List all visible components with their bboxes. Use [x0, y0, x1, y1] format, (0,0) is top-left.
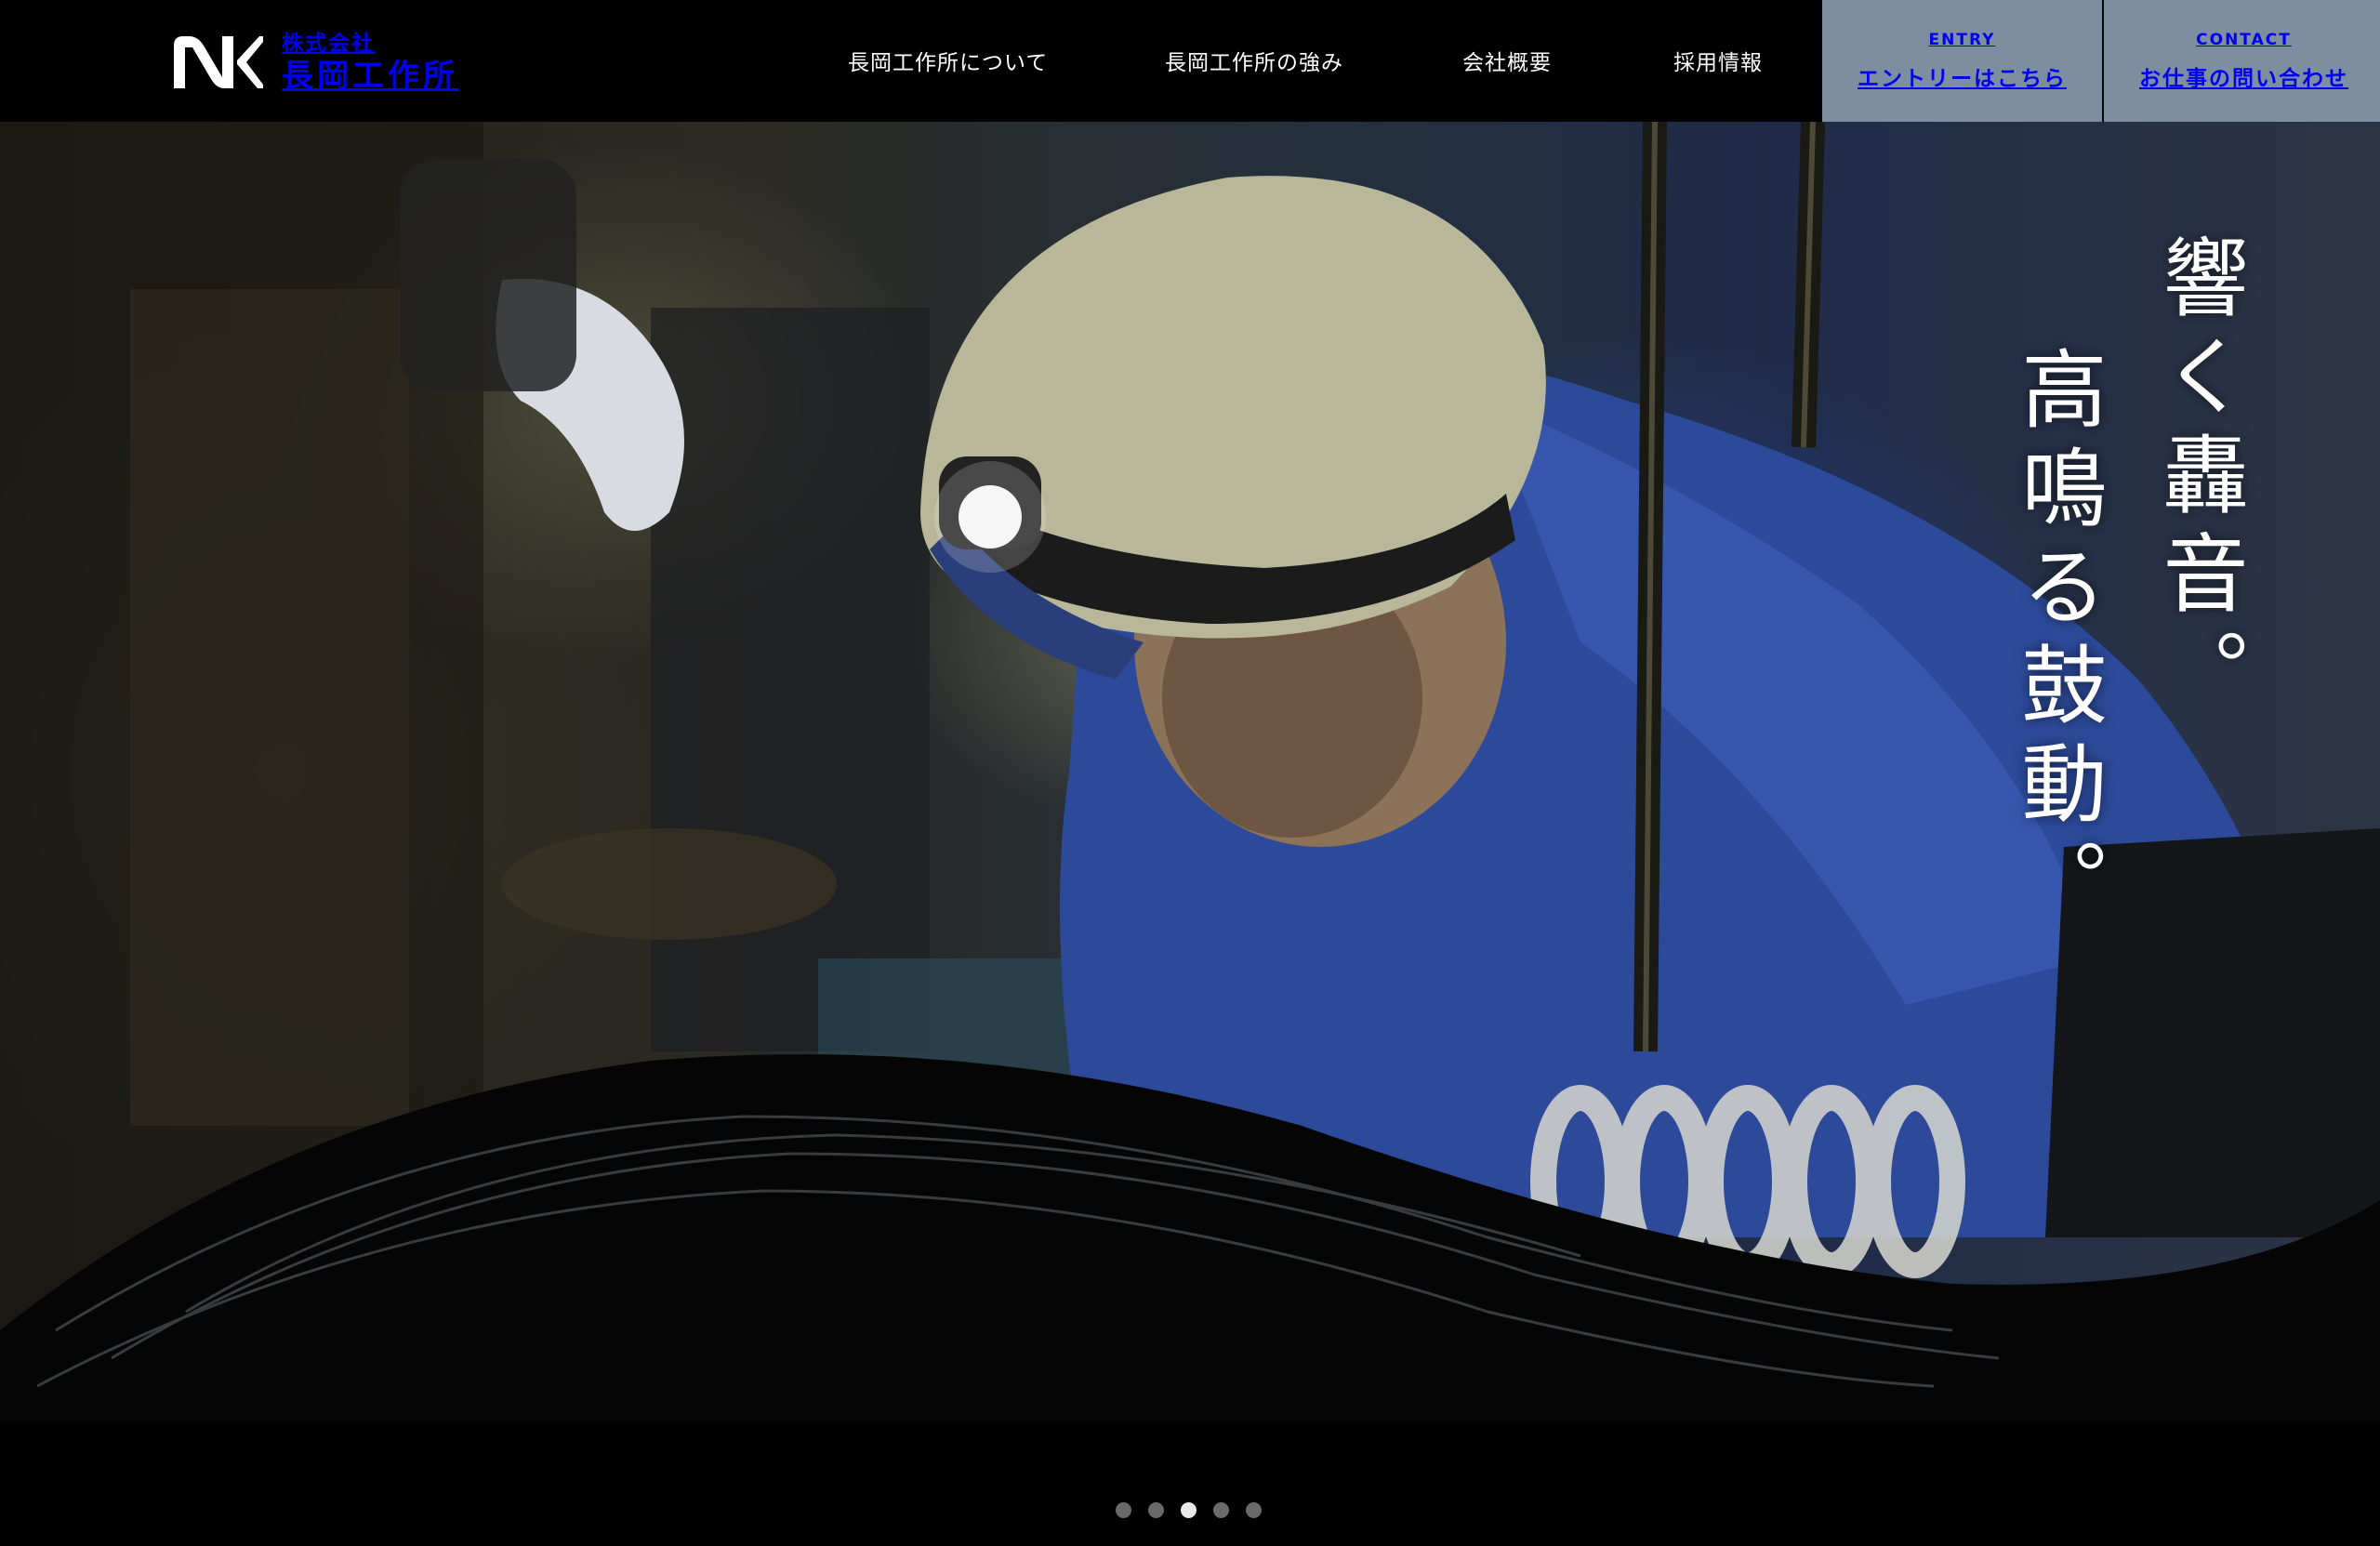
nav-about[interactable]: 長岡工作所について: [848, 45, 1048, 76]
entry-button[interactable]: ENTRY エントリーはこちら: [1822, 0, 2102, 122]
slider-pagination: [1116, 1502, 1262, 1518]
nav-recruit[interactable]: 採用情報: [1673, 45, 1763, 76]
logo-company-type: 株式会社: [282, 31, 375, 56]
entry-label-ja: エントリーはこちら: [1858, 66, 2067, 91]
nk-logo-icon: [174, 36, 263, 88]
contact-button[interactable]: CONTACT お仕事の問い合わせ: [2104, 0, 2380, 122]
contact-label-ja: お仕事の問い合わせ: [2139, 66, 2348, 91]
slider-dot[interactable]: [1148, 1502, 1164, 1518]
logo-company-name: 長岡工作所: [282, 57, 458, 95]
slider-dot[interactable]: [1213, 1502, 1229, 1518]
tagline-line-2: 高鳴る鼓動。: [2007, 345, 2107, 936]
nav-company[interactable]: 会社概要: [1462, 45, 1552, 76]
slider-dot[interactable]: [1181, 1502, 1197, 1518]
slider-dot[interactable]: [1116, 1502, 1131, 1518]
hero-tagline: 響く轟音。 高鳴る鼓動。: [1415, 233, 2248, 936]
slider-dot[interactable]: [1246, 1502, 1262, 1518]
entry-label-en: ENTRY: [1928, 30, 1996, 49]
tagline-line-1: 響く轟音。: [2149, 233, 2248, 726]
logo[interactable]: 株式会社 長岡工作所: [170, 30, 458, 95]
nav-strengths[interactable]: 長岡工作所の強み: [1165, 45, 1343, 76]
contact-label-en: CONTACT: [2196, 30, 2292, 49]
hero-slider: 響く轟音。 高鳴る鼓動。: [0, 122, 2380, 1546]
site-header: 株式会社 長岡工作所 長岡工作所について 長岡工作所の強み 会社概要 採用情報 …: [0, 0, 2380, 122]
